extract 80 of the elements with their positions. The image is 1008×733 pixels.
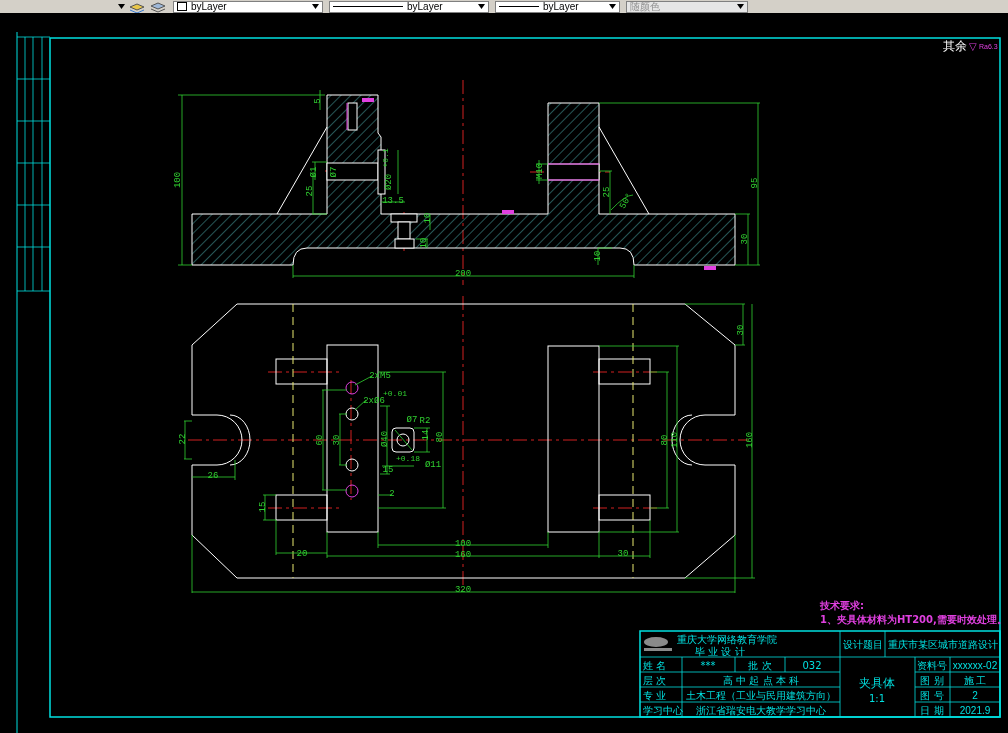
- dimension-label: Ø1: [309, 166, 320, 178]
- title-block-label: 专 业: [643, 690, 667, 701]
- caret-icon[interactable]: [118, 4, 125, 9]
- roughness-note-label: 其余: [943, 39, 967, 53]
- dimension-label: 13.5: [382, 196, 404, 207]
- dimension-label: Ø7: [406, 415, 418, 426]
- dimension-label: 60: [315, 434, 326, 446]
- title-block-label: 图 号: [920, 690, 944, 701]
- dimension-label: 110: [670, 431, 681, 449]
- dimension-label: 160: [745, 431, 756, 449]
- title-block-value: ***: [700, 660, 716, 671]
- dimension-label: 15: [258, 501, 269, 513]
- dimension-label: +0.1: [381, 148, 391, 168]
- title-block-value: 高 中 起 点 本 科: [723, 675, 799, 686]
- topic-value: 重庆市某区城市道路设计: [888, 639, 998, 650]
- requirements-item: 1、夹具体材料为HT200,需要时效处理。: [820, 614, 1007, 625]
- logo-drawing: [644, 637, 672, 651]
- dimension-label: 10: [593, 250, 604, 262]
- document-type: 毕 业 设 计: [695, 646, 745, 657]
- dimension-label: 20: [296, 549, 308, 560]
- dimension-label: 30: [740, 233, 751, 245]
- dimension-label: Ø7: [329, 166, 340, 178]
- property-dropdown[interactable]: byLayer: [329, 0, 489, 13]
- dimension-label: 2: [389, 489, 395, 500]
- dimension-label: 320: [454, 585, 472, 596]
- dimension-label: 26: [207, 471, 219, 482]
- caret-icon: [312, 4, 319, 9]
- dimension-label: 14: [421, 429, 432, 441]
- dimension-label: 30: [617, 549, 629, 560]
- dimension-label: 100: [173, 171, 184, 189]
- title-block-label: 学习中心: [643, 705, 683, 716]
- school-name: 重庆大学网络教育学院: [677, 634, 777, 645]
- title-block-label: 层 次: [643, 675, 667, 686]
- dimension-label: 10: [419, 237, 430, 249]
- title-block-value: 施 工: [963, 675, 987, 686]
- property-dropdown[interactable]: byLayer: [173, 0, 323, 13]
- title-block-label: 图 别: [920, 675, 944, 686]
- dimension-label: M10: [535, 162, 546, 180]
- layers-icon[interactable]: [149, 0, 167, 13]
- dimension-label: 160: [454, 550, 472, 561]
- drawing-scale: 1:1: [868, 693, 886, 704]
- dimension-label: 25: [305, 185, 316, 197]
- title-block-value: xxxxxx-02: [952, 660, 998, 671]
- dimension-label: Ø40: [380, 430, 391, 448]
- layers-icon[interactable]: [128, 0, 146, 13]
- roughness-symbol: ▽: [969, 41, 977, 52]
- title-block-label: 日 期: [920, 705, 944, 716]
- dimension-label: +0.18: [396, 454, 420, 464]
- requirements-title: 技术要求:: [820, 600, 864, 611]
- topic-label: 设计题目: [843, 639, 883, 650]
- dimension-label: 95: [750, 177, 761, 189]
- dimension-label: 200: [454, 269, 472, 280]
- dimension-label: 30: [332, 434, 343, 446]
- title-block-label: 姓 名: [643, 660, 667, 671]
- title-block-value: 2021.9: [959, 705, 991, 716]
- dimension-label: 25: [602, 186, 613, 198]
- title-block-label: 批 次: [748, 660, 772, 671]
- dimension-label: Ø11: [424, 460, 442, 471]
- caret-icon: [478, 4, 485, 9]
- dimension-label: 100: [454, 539, 472, 550]
- title-block-value: 2: [972, 690, 978, 701]
- dimension-label: R2: [419, 416, 431, 427]
- dimension-label: Ø20: [384, 173, 395, 191]
- part-name: 夹具体: [859, 676, 895, 690]
- dimension-label: 15: [382, 465, 394, 476]
- title-block-value: 032: [802, 660, 822, 671]
- dimension-label: 22: [178, 433, 189, 445]
- caret-icon: [737, 4, 744, 9]
- dimension-label: 30: [736, 324, 747, 336]
- title-block-value: 土木工程（工业与民用建筑方向）: [686, 690, 836, 701]
- dimension-label: +0.01: [383, 389, 407, 399]
- title-block-value: 浙江省瑞安电大教学学习中心: [696, 705, 826, 716]
- caret-icon: [609, 4, 616, 9]
- title-block-label: 资料号: [917, 660, 947, 671]
- dimension-label: 80: [660, 434, 671, 446]
- dimension-label: 50°: [617, 191, 635, 211]
- property-dropdown[interactable]: byLayer: [495, 0, 620, 13]
- dimension-label: 5: [313, 98, 324, 104]
- dimension-label: 10: [423, 212, 434, 224]
- dimension-label: 80: [435, 431, 446, 443]
